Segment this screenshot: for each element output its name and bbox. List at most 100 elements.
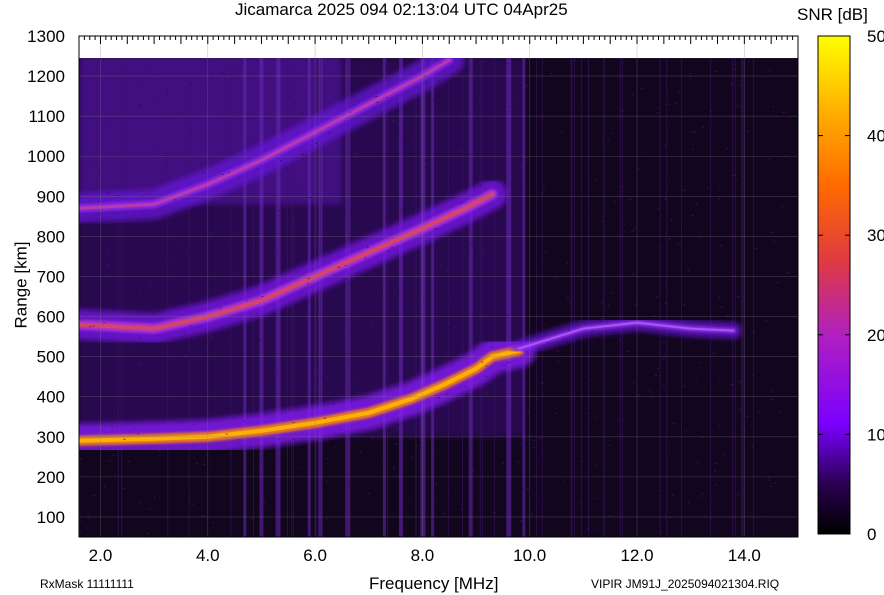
noise-speck bbox=[287, 259, 290, 261]
noise-speck bbox=[393, 467, 396, 469]
noise-speck bbox=[464, 253, 467, 255]
noise-speck bbox=[171, 216, 174, 218]
noise-speck bbox=[770, 390, 773, 392]
interference-line bbox=[619, 58, 621, 537]
noise-speck bbox=[490, 346, 493, 348]
noise-speck bbox=[444, 270, 447, 272]
colorbar-tick-label: 30 bbox=[867, 226, 884, 245]
noise-speck bbox=[683, 189, 686, 191]
noise-speck bbox=[209, 503, 212, 505]
noise-speck bbox=[379, 64, 382, 66]
noise-speck bbox=[753, 389, 756, 391]
noise-speck bbox=[244, 60, 247, 62]
noise-speck bbox=[709, 113, 712, 115]
noise-speck bbox=[648, 389, 651, 391]
noise-speck bbox=[485, 383, 488, 385]
noise-speck bbox=[213, 408, 216, 410]
noise-speck bbox=[224, 404, 227, 406]
noise-speck bbox=[595, 179, 598, 181]
noise-speck bbox=[222, 367, 225, 369]
noise-speck bbox=[424, 240, 427, 242]
noise-speck bbox=[609, 515, 612, 517]
noise-speck bbox=[391, 351, 394, 353]
noise-speck bbox=[712, 352, 715, 354]
interference-line bbox=[734, 58, 736, 537]
noise-speck bbox=[611, 68, 614, 70]
noise-speck bbox=[349, 101, 352, 103]
noise-speck bbox=[736, 105, 739, 107]
noise-speck bbox=[580, 259, 583, 261]
noise-speck bbox=[491, 244, 494, 246]
noise-speck bbox=[318, 312, 321, 314]
noise-speck bbox=[250, 351, 253, 353]
noise-speck bbox=[398, 133, 401, 135]
noise-speck bbox=[97, 201, 100, 203]
noise-speck bbox=[793, 149, 796, 151]
noise-speck bbox=[199, 158, 202, 160]
noise-speck bbox=[444, 357, 447, 359]
noise-speck bbox=[506, 199, 509, 201]
interference-line bbox=[621, 58, 623, 537]
noise-speck bbox=[230, 403, 233, 405]
noise-speck bbox=[519, 443, 522, 445]
noise-speck bbox=[551, 454, 554, 456]
x-tick-label: 2.0 bbox=[89, 546, 113, 565]
noise-speck bbox=[654, 422, 657, 424]
noise-speck bbox=[737, 493, 740, 495]
noise-speck bbox=[478, 97, 481, 99]
noise-speck bbox=[292, 535, 295, 537]
noise-speck bbox=[355, 156, 358, 158]
noise-speck bbox=[250, 480, 253, 482]
noise-speck bbox=[307, 277, 310, 279]
noise-speck bbox=[632, 507, 635, 509]
noise-speck bbox=[257, 406, 260, 408]
noise-speck bbox=[316, 245, 319, 247]
noise-speck bbox=[364, 68, 367, 70]
noise-speck bbox=[645, 330, 648, 332]
noise-speck bbox=[366, 246, 369, 248]
noise-speck bbox=[753, 330, 756, 332]
noise-speck bbox=[83, 77, 86, 79]
noise-speck bbox=[157, 153, 160, 155]
noise-speck bbox=[731, 422, 734, 424]
noise-speck bbox=[350, 494, 353, 496]
interference-line bbox=[415, 58, 417, 537]
noise-speck bbox=[104, 274, 107, 276]
noise-speck bbox=[746, 415, 749, 417]
noise-speck bbox=[194, 424, 197, 426]
noise-speck bbox=[665, 271, 668, 273]
noise-speck bbox=[634, 303, 637, 305]
noise-speck bbox=[621, 110, 624, 112]
noise-speck bbox=[480, 313, 483, 315]
noise-speck bbox=[432, 449, 435, 451]
noise-speck bbox=[789, 499, 792, 501]
noise-speck bbox=[527, 410, 530, 412]
noise-speck bbox=[296, 188, 299, 190]
noise-speck bbox=[694, 130, 697, 132]
noise-speck bbox=[505, 330, 508, 332]
noise-speck bbox=[201, 95, 204, 97]
noise-speck bbox=[674, 102, 677, 104]
noise-speck bbox=[720, 306, 723, 308]
noise-speck bbox=[329, 252, 332, 254]
noise-speck bbox=[731, 383, 734, 385]
noise-speck bbox=[112, 182, 115, 184]
noise-speck bbox=[637, 168, 640, 170]
y-tick-label: 1300 bbox=[27, 27, 65, 46]
noise-speck bbox=[412, 206, 415, 208]
noise-speck bbox=[617, 419, 620, 421]
noise-speck bbox=[655, 450, 658, 452]
interference-column bbox=[468, 58, 473, 537]
noise-speck bbox=[228, 254, 231, 256]
y-tick-label: 300 bbox=[37, 428, 65, 447]
noise-speck bbox=[695, 378, 698, 380]
noise-speck bbox=[439, 62, 442, 64]
noise-speck bbox=[122, 487, 125, 489]
noise-speck bbox=[344, 335, 347, 337]
noise-speck bbox=[549, 175, 552, 177]
noise-speck bbox=[664, 104, 667, 106]
noise-speck bbox=[222, 349, 225, 351]
noise-speck bbox=[675, 357, 678, 359]
noise-speck bbox=[448, 292, 451, 294]
noise-speck bbox=[563, 352, 566, 354]
